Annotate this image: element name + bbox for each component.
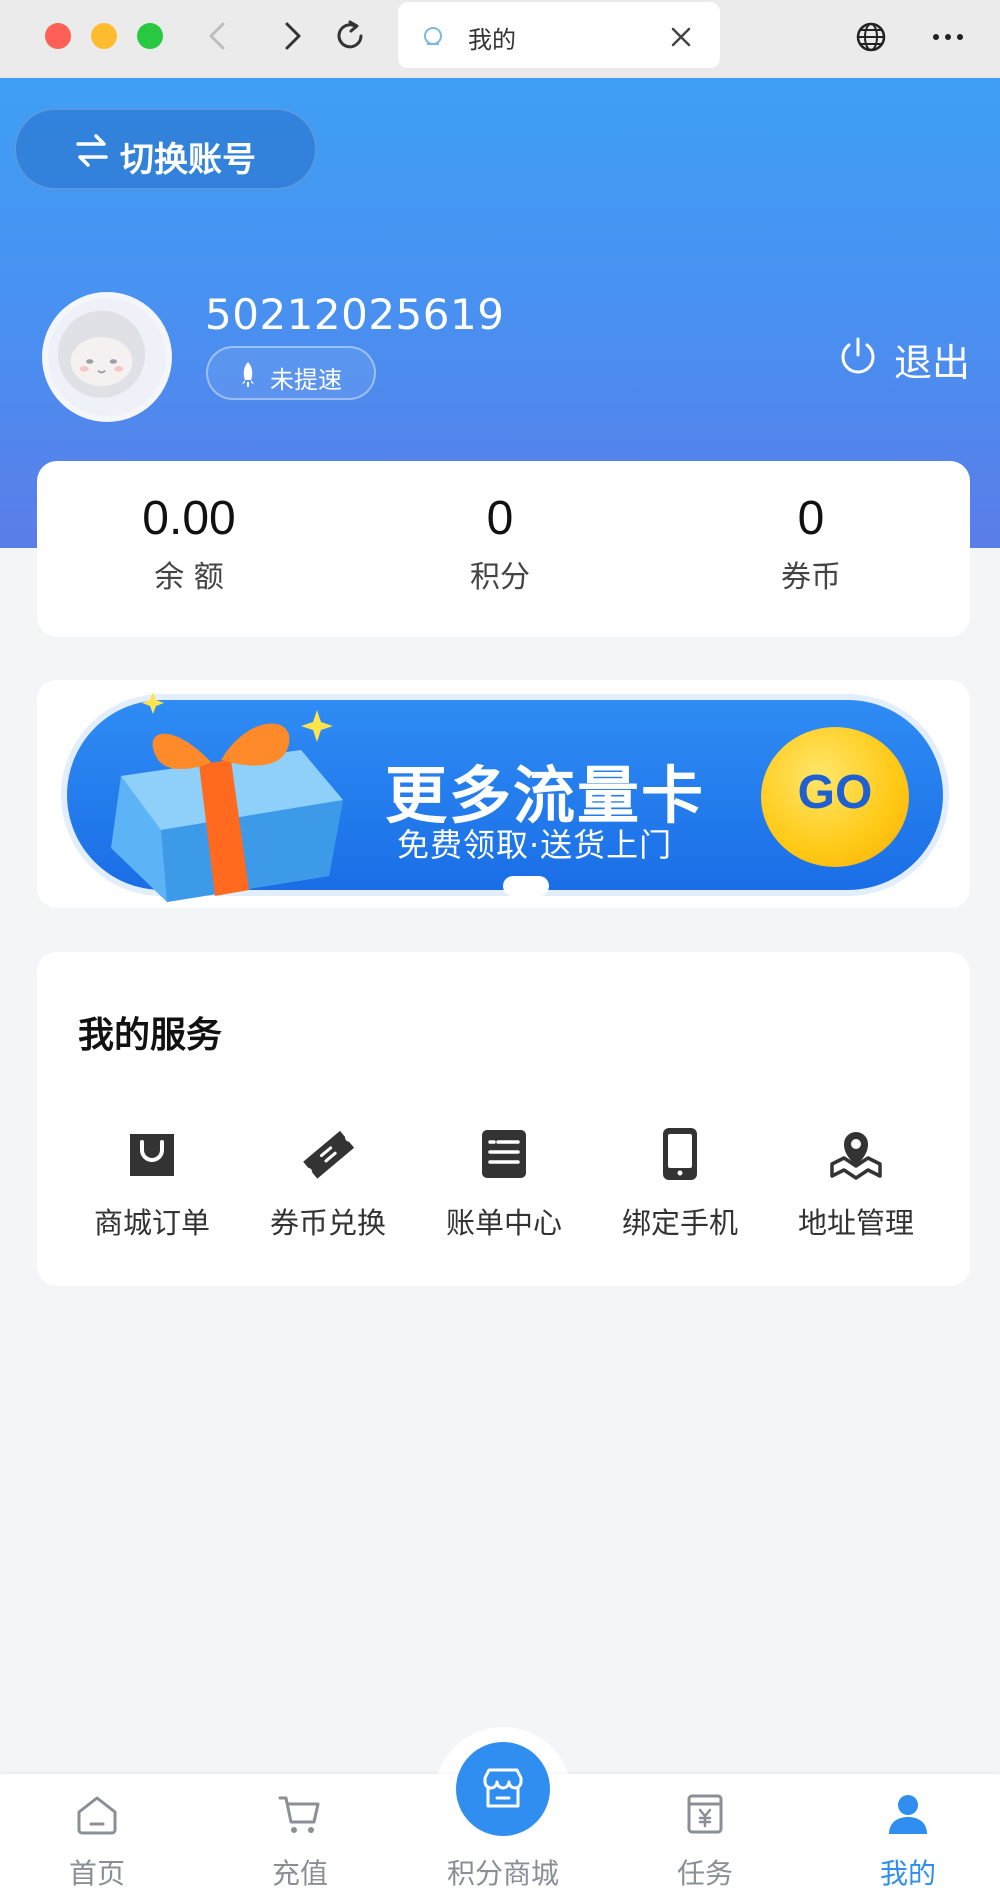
tab-mine[interactable]: 我的 xyxy=(823,1790,993,1892)
tab-close-icon[interactable] xyxy=(668,24,694,50)
service-mall-orders[interactable]: 商城订单 xyxy=(64,1126,240,1242)
service-bill-center[interactable]: 账单中心 xyxy=(416,1126,592,1242)
service-address-management[interactable]: 地址管理 xyxy=(768,1126,944,1242)
tab-home[interactable]: 首页 xyxy=(12,1790,182,1892)
astronaut-avatar-icon xyxy=(57,310,146,398)
store-icon xyxy=(483,1768,523,1808)
speed-status-badge[interactable]: 未提速 xyxy=(206,346,376,400)
tab-tasks[interactable]: 任务 xyxy=(620,1790,790,1892)
coupon-coin-stat[interactable]: 0 券币 xyxy=(671,491,951,596)
balance-stat[interactable]: 0.00 余 额 xyxy=(49,491,329,596)
account-stats-card: 0.00 余 额 0 积分 0 券币 xyxy=(37,461,970,637)
carousel-indicator xyxy=(503,876,549,896)
gift-box-icon xyxy=(111,692,343,902)
back-arrow-icon[interactable] xyxy=(198,16,238,56)
user-id: 50212025619 xyxy=(205,290,505,339)
tab-favicon-icon xyxy=(424,27,442,45)
tab-tasks-label: 任务 xyxy=(676,1857,733,1890)
tab-recharge[interactable]: 充值 xyxy=(215,1790,385,1892)
service-label: 商城订单 xyxy=(93,1206,210,1240)
tab-points-mall-button[interactable] xyxy=(456,1742,550,1836)
browser-toolbar: 我的 xyxy=(0,0,1000,78)
tab-mine-label: 我的 xyxy=(879,1857,936,1890)
service-label: 券币兑换 xyxy=(269,1206,386,1240)
service-label: 地址管理 xyxy=(797,1206,914,1240)
maximize-window-button[interactable] xyxy=(137,23,163,49)
rocket-icon xyxy=(242,362,254,387)
banner-subtitle: 免费领取·送货上门 xyxy=(397,826,673,864)
map-pin-icon xyxy=(830,1132,882,1180)
points-stat[interactable]: 0 积分 xyxy=(360,491,640,596)
coupon-coin-value: 0 xyxy=(797,492,825,545)
promo-banner[interactable]: 更多流量卡 免费领取·送货上门 GO xyxy=(67,692,943,902)
switch-account-label: 切换账号 xyxy=(120,140,256,180)
tab-title: 我的 xyxy=(468,26,516,54)
switch-account-button[interactable]: 切换账号 xyxy=(14,108,317,190)
tab-recharge-label: 充值 xyxy=(271,1857,328,1890)
balance-value: 0.00 xyxy=(142,492,236,545)
services-title: 我的服务 xyxy=(78,1015,223,1056)
go-button[interactable]: GO xyxy=(761,727,909,867)
user-icon xyxy=(889,1795,927,1834)
forward-arrow-icon[interactable] xyxy=(272,16,312,56)
reload-icon[interactable] xyxy=(330,16,370,56)
service-coupon-exchange[interactable]: 券币兑换 xyxy=(240,1126,416,1242)
more-options-icon[interactable] xyxy=(928,20,968,54)
points-label: 积分 xyxy=(470,560,530,595)
minimize-window-button[interactable] xyxy=(91,23,117,49)
cart-icon xyxy=(278,1796,320,1833)
close-window-button[interactable] xyxy=(45,23,71,49)
task-icon xyxy=(687,1794,723,1834)
swap-arrows-icon xyxy=(76,134,108,167)
service-bind-phone[interactable]: 绑定手机 xyxy=(592,1126,768,1242)
speed-status-label: 未提速 xyxy=(270,366,342,394)
globe-icon[interactable] xyxy=(854,20,888,54)
bill-icon xyxy=(482,1130,526,1178)
logout-label: 退出 xyxy=(894,341,971,385)
power-icon xyxy=(841,337,875,374)
browser-tab[interactable]: 我的 xyxy=(398,2,720,68)
tab-home-label: 首页 xyxy=(68,1857,125,1890)
promo-banner-card: 更多流量卡 免费领取·送货上门 GO xyxy=(37,680,970,908)
service-label: 账单中心 xyxy=(445,1206,562,1240)
balance-label: 余 额 xyxy=(154,560,224,595)
ticket-icon xyxy=(303,1130,355,1179)
coupon-coin-label: 券币 xyxy=(781,560,841,595)
phone-icon xyxy=(663,1128,697,1180)
my-services-card: 我的服务 商城订单 券币兑换 账单中心 绑定手机 地址管理 xyxy=(37,952,970,1286)
tab-points-mall-label[interactable]: 积分商城 xyxy=(418,1852,588,1892)
shopping-bag-icon xyxy=(130,1134,174,1176)
avatar[interactable] xyxy=(42,292,172,422)
home-icon xyxy=(77,1796,117,1835)
go-label: GO xyxy=(797,766,873,819)
points-value: 0 xyxy=(486,492,514,545)
service-label: 绑定手机 xyxy=(621,1206,738,1240)
